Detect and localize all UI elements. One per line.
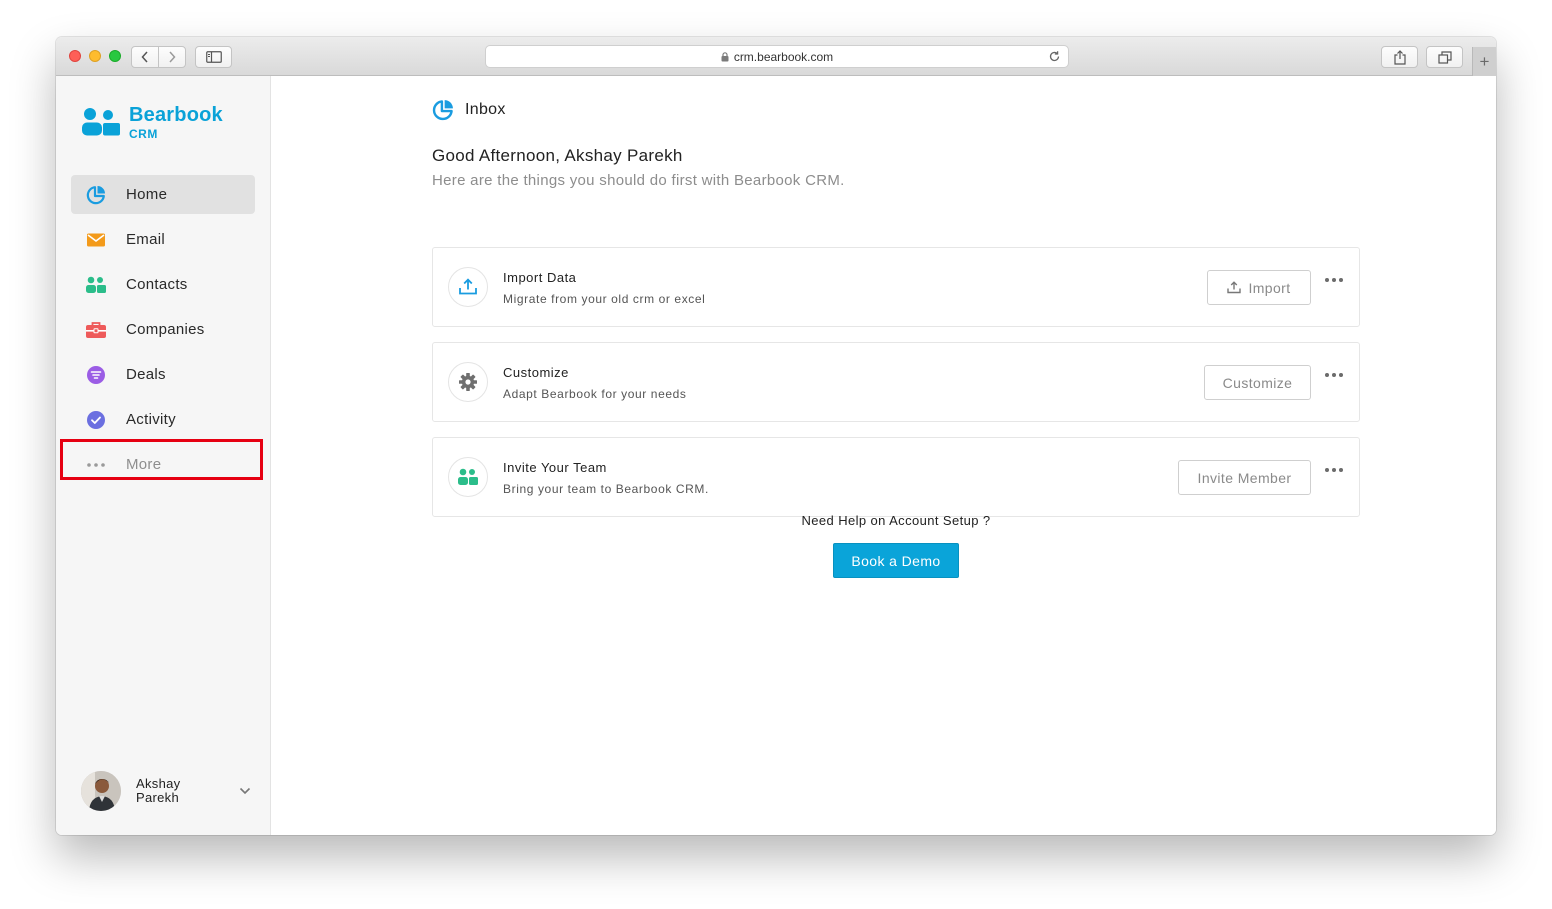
greeting-heading: Good Afternoon, Akshay Parekh bbox=[432, 146, 683, 165]
history-nav bbox=[131, 46, 186, 68]
activity-highlight-annotation bbox=[60, 439, 263, 480]
page-title: Inbox bbox=[465, 101, 506, 118]
sidebar-item-label: Email bbox=[126, 231, 166, 248]
sidebar-item-label: Activity bbox=[126, 411, 176, 428]
chevron-right-icon bbox=[169, 51, 176, 63]
forward-button[interactable] bbox=[158, 47, 185, 67]
task-description: Migrate from your old crm or excel bbox=[503, 292, 706, 306]
browser-window: crm.bearbook.com + Bearbook CRM Home Ema… bbox=[56, 37, 1496, 835]
task-card-import: Import Data Migrate from your old crm or… bbox=[432, 247, 1360, 327]
sidebar-item-activity[interactable]: Activity bbox=[71, 400, 255, 439]
main-content: Inbox Good Afternoon, Akshay Parekh Here… bbox=[272, 76, 1496, 835]
user-first-name: Akshay bbox=[136, 776, 181, 791]
close-window-button[interactable] bbox=[69, 50, 81, 62]
sidebar-item-label: Companies bbox=[126, 321, 205, 338]
task-description: Adapt Bearbook for your needs bbox=[503, 387, 687, 401]
sidebar-item-label: Home bbox=[126, 186, 168, 203]
task-title: Invite Your Team bbox=[503, 460, 607, 475]
url-text: crm.bearbook.com bbox=[733, 49, 834, 64]
sidebar-item-email[interactable]: Email bbox=[71, 220, 255, 259]
task-title: Customize bbox=[503, 365, 569, 380]
upload-icon bbox=[1227, 281, 1242, 294]
team-icon bbox=[448, 457, 488, 497]
import-button-label: Import bbox=[1248, 279, 1291, 296]
task-description: Bring your team to Bearbook CRM. bbox=[503, 482, 709, 496]
share-icon bbox=[1393, 49, 1406, 65]
upload-icon bbox=[448, 267, 488, 307]
chevron-down-icon[interactable] bbox=[239, 787, 251, 795]
browser-toolbar: crm.bearbook.com + bbox=[56, 37, 1496, 76]
task-title: Import Data bbox=[503, 270, 577, 285]
sidebar-item-deals[interactable]: Deals bbox=[71, 355, 255, 394]
sidebar-toggle-button[interactable] bbox=[195, 46, 232, 68]
invite-member-button[interactable]: Invite Member bbox=[1178, 460, 1311, 495]
sidebar-item-label: Contacts bbox=[126, 276, 188, 293]
customize-button[interactable]: Customize bbox=[1204, 365, 1311, 400]
more-options-button[interactable] bbox=[1325, 468, 1343, 472]
briefcase-icon bbox=[85, 319, 107, 341]
help-text: Need Help on Account Setup ? bbox=[801, 513, 991, 528]
bearbook-logo-icon bbox=[81, 106, 123, 140]
sidebar-item-label: Deals bbox=[126, 366, 166, 383]
more-options-button[interactable] bbox=[1325, 373, 1343, 377]
sidebar-icon bbox=[205, 51, 222, 63]
brand-name: Bearbook bbox=[129, 104, 223, 126]
book-demo-button[interactable]: Book a Demo bbox=[833, 543, 959, 578]
home-pie-icon bbox=[85, 184, 107, 206]
page-header: Inbox bbox=[432, 99, 506, 121]
address-bar[interactable]: crm.bearbook.com bbox=[485, 45, 1069, 68]
user-last-name: Parekh bbox=[136, 790, 179, 805]
task-card-customize: Customize Adapt Bearbook for your needs … bbox=[432, 342, 1360, 422]
new-tab-button[interactable]: + bbox=[1472, 47, 1496, 76]
share-button[interactable] bbox=[1381, 46, 1418, 68]
lock-icon bbox=[721, 51, 729, 62]
sidebar: Bearbook CRM Home Email Contacts Compani… bbox=[56, 76, 271, 835]
tabs-overview-button[interactable] bbox=[1426, 46, 1463, 68]
reload-icon[interactable] bbox=[1048, 50, 1061, 63]
tabs-icon bbox=[1437, 50, 1452, 64]
deals-filter-icon bbox=[85, 364, 107, 386]
brand-sub: CRM bbox=[129, 127, 158, 141]
more-options-button[interactable] bbox=[1325, 278, 1343, 282]
minimize-window-button[interactable] bbox=[89, 50, 101, 62]
sidebar-item-companies[interactable]: Companies bbox=[71, 310, 255, 349]
inbox-pie-icon bbox=[432, 99, 454, 121]
greeting-subtitle: Here are the things you should do first … bbox=[432, 172, 845, 189]
contacts-icon bbox=[85, 274, 107, 296]
check-circle-icon bbox=[85, 409, 107, 431]
import-button[interactable]: Import bbox=[1207, 270, 1311, 305]
back-button[interactable] bbox=[132, 47, 158, 67]
zoom-window-button[interactable] bbox=[109, 50, 121, 62]
avatar bbox=[81, 771, 121, 811]
sidebar-item-contacts[interactable]: Contacts bbox=[71, 265, 255, 304]
sidebar-item-home[interactable]: Home bbox=[71, 175, 255, 214]
brand-logo[interactable]: Bearbook CRM bbox=[81, 105, 223, 140]
gear-icon bbox=[448, 362, 488, 402]
task-card-invite: Invite Your Team Bring your team to Bear… bbox=[432, 437, 1360, 517]
user-menu[interactable]: Akshay Parekh bbox=[81, 771, 251, 811]
chevron-left-icon bbox=[141, 51, 148, 63]
email-icon bbox=[85, 229, 107, 251]
